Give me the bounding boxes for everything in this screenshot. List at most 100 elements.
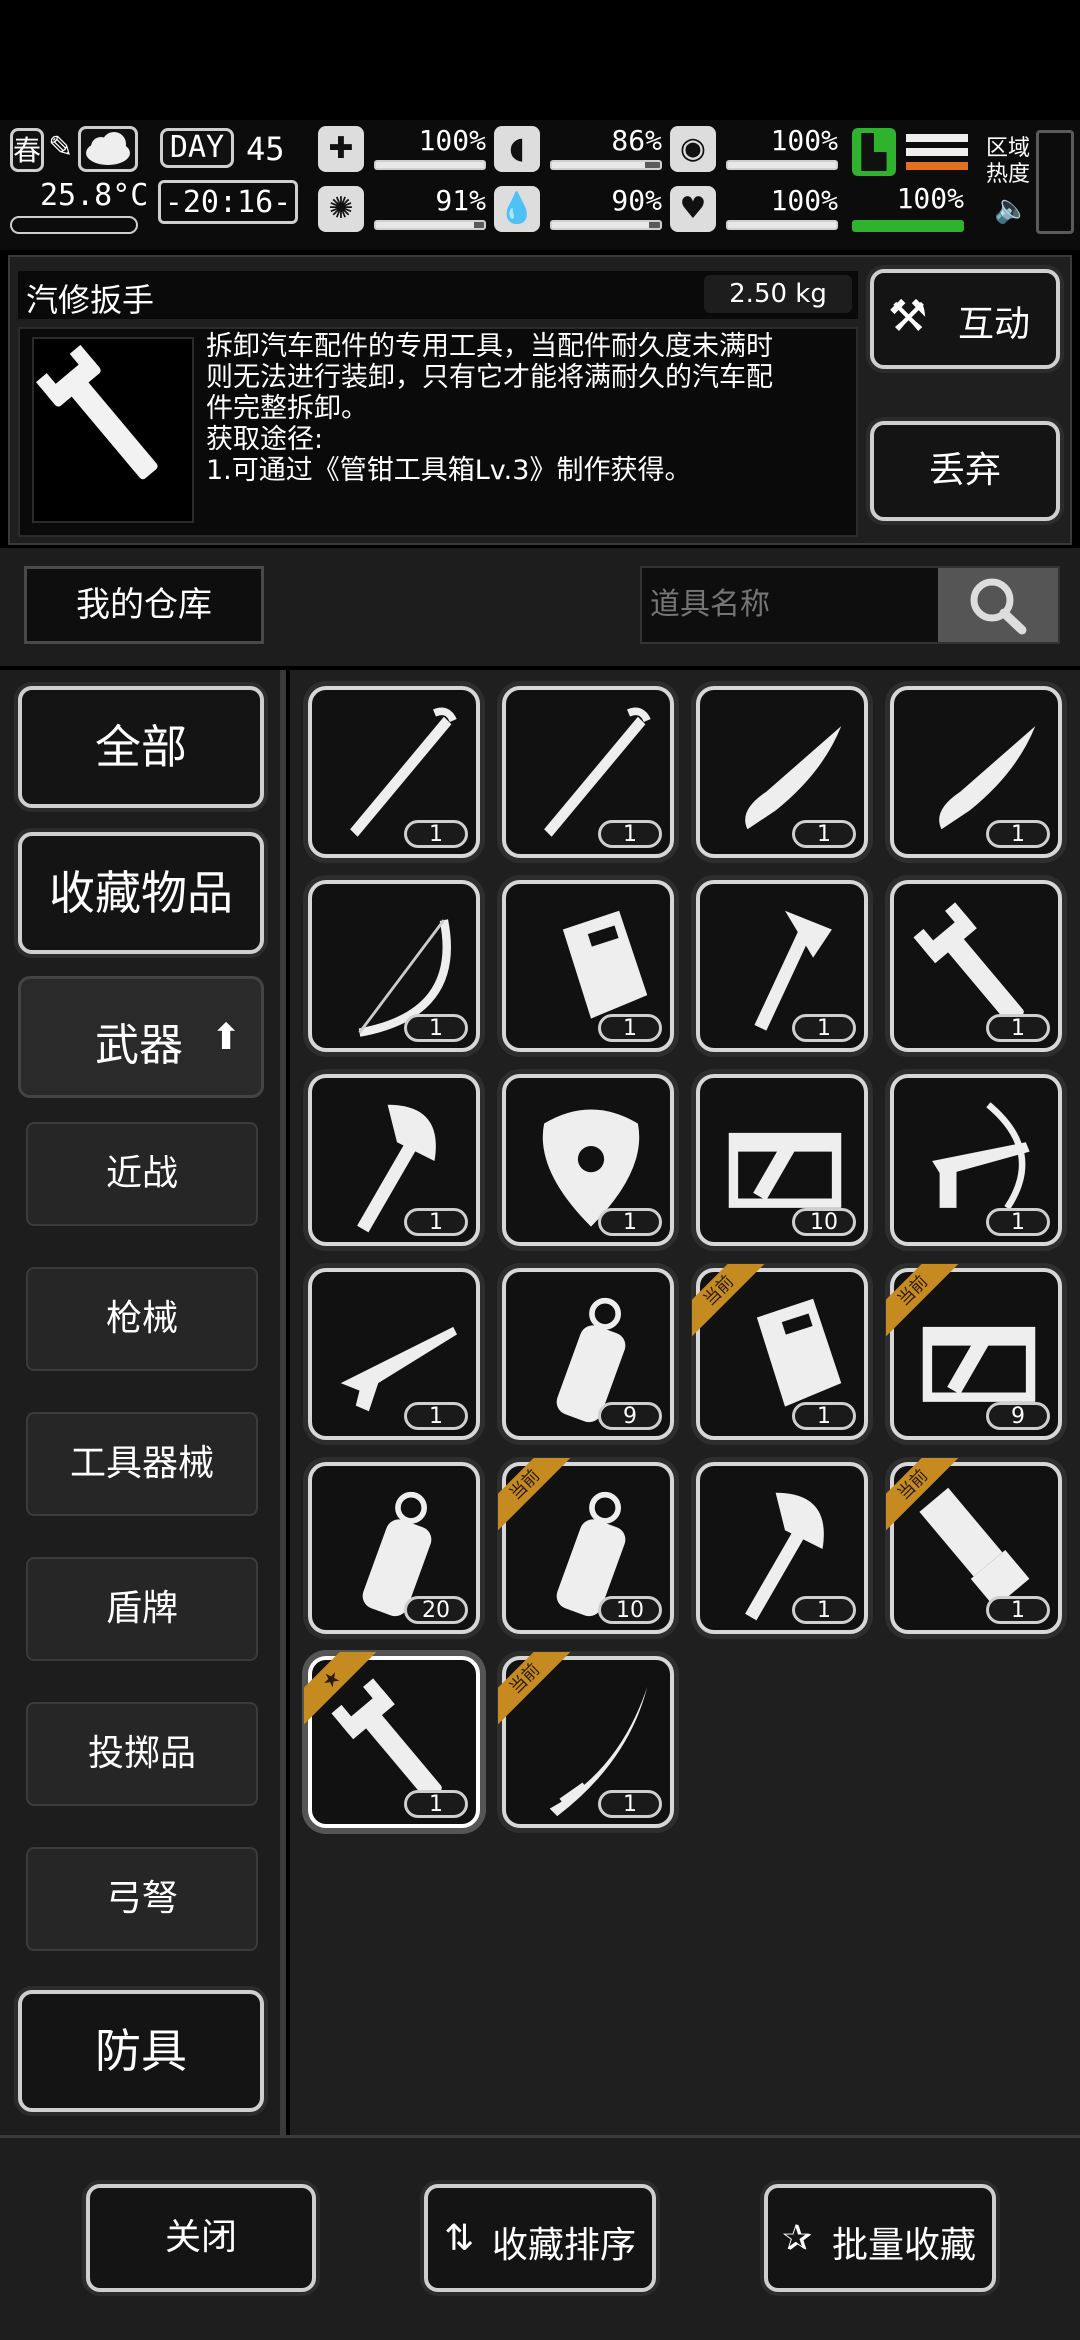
stat-bar: [726, 160, 838, 170]
water-drop-icon: 💧: [494, 186, 540, 232]
stat-value: 100%: [418, 124, 486, 157]
batch-favorite-button[interactable]: ✰ 批量收藏: [764, 2184, 996, 2292]
inventory-slot[interactable]: 1: [502, 880, 674, 1052]
category-weapons[interactable]: 武器 ⬆: [18, 976, 264, 1098]
category-all[interactable]: 全部: [18, 686, 264, 808]
search-bar: [640, 566, 1060, 644]
stat-bar: [550, 220, 662, 230]
inventory-slot[interactable]: 1 当前: [498, 1652, 674, 1828]
item-count: 1: [598, 820, 662, 848]
equipped-label: 当前: [692, 1264, 768, 1340]
inventory-slot[interactable]: 1: [502, 686, 674, 858]
search-input[interactable]: [642, 568, 942, 642]
item-count: 20: [404, 1596, 468, 1624]
inventory-slot[interactable]: 1: [890, 1074, 1062, 1246]
item-count: 1: [404, 1790, 468, 1818]
subcategory-item[interactable]: 枪械: [26, 1267, 258, 1371]
item-count: 9: [598, 1402, 662, 1430]
item-name-bar: 汽修扳手 2.50 kg: [18, 271, 858, 319]
inventory-slot[interactable]: 1: [696, 686, 868, 858]
item-count: 1: [986, 1596, 1050, 1624]
temperature-readout: 25.8°C: [40, 178, 149, 213]
inventory-slot[interactable]: 1 ★: [304, 1652, 480, 1828]
inventory-slot[interactable]: 1 当前: [692, 1264, 868, 1440]
stat-bar: [726, 220, 838, 230]
discard-button[interactable]: 丢弃: [870, 421, 1060, 521]
inventory-slot[interactable]: 9: [502, 1268, 674, 1440]
stat-value: 86%: [611, 124, 662, 157]
subcategory-item[interactable]: 工具器械: [26, 1412, 258, 1516]
status-bar: 春 ✎ 25.8°C DAY 45 -20:16- ▙ 100% 区域 热度 🔈…: [0, 120, 1080, 250]
equipped-label: 当前: [886, 1264, 962, 1340]
pill-icon: ◉: [670, 126, 716, 172]
zone-heat-label-line1: 区域: [986, 136, 1031, 161]
stomach-icon: ◖: [494, 126, 540, 172]
stamina-value: 100%: [896, 182, 964, 215]
item-count: 1: [598, 1014, 662, 1042]
item-count: 10: [598, 1596, 662, 1624]
favorite-star-ribbon: ★: [304, 1652, 384, 1732]
item-count: 1: [404, 1014, 468, 1042]
stat-value: 90%: [611, 184, 662, 217]
item-count: 1: [986, 1014, 1050, 1042]
inventory-slot[interactable]: 10: [696, 1074, 868, 1246]
equipped-ribbon: 当前: [692, 1264, 772, 1344]
sort-favorites-button[interactable]: ⇅ 收藏排序: [424, 2184, 656, 2292]
heat-bar-white-2: [906, 148, 968, 156]
inventory-slot[interactable]: 1: [308, 686, 480, 858]
subcategory-item[interactable]: 弓弩: [26, 1847, 258, 1951]
description-line: 拆卸汽车配件的专用工具，当配件耐久度未满时: [206, 331, 773, 362]
arrow-up-icon: ⬆: [211, 1017, 242, 1058]
inventory-slot[interactable]: 1: [696, 880, 868, 1052]
speaker-icon[interactable]: 🔈: [994, 192, 1029, 225]
leaf-icon: ✎: [48, 130, 74, 165]
equipped-label: 当前: [886, 1458, 962, 1534]
inventory-slot[interactable]: 1: [696, 1462, 868, 1634]
inventory-slot[interactable]: 1: [308, 880, 480, 1052]
day-number: 45: [246, 130, 285, 168]
item-detail-panel: 汽修扳手 2.50 kg 拆卸汽车配件的专用工具，当配件耐久度未满时 则无法进行…: [8, 255, 1072, 545]
day-label: DAY: [160, 128, 234, 168]
heart-icon: ♥: [670, 186, 716, 232]
interact-button[interactable]: ⚒ 互动: [870, 269, 1060, 369]
inventory-slot[interactable]: 9 当前: [886, 1264, 1062, 1440]
item-count: 1: [404, 1208, 468, 1236]
inventory-slot[interactable]: 1: [502, 1074, 674, 1246]
stamina-panel: ▙ 100%: [852, 128, 972, 232]
brain-icon: ✺: [318, 186, 364, 232]
subcategory-item[interactable]: 盾牌: [26, 1557, 258, 1661]
stat-bar: [550, 160, 662, 170]
search-button[interactable]: [938, 568, 1058, 642]
star-icon: ✰: [782, 2218, 813, 2259]
stat-value: 100%: [770, 124, 838, 157]
inventory-slot[interactable]: 1: [308, 1074, 480, 1246]
inventory-slot[interactable]: 10 当前: [498, 1458, 674, 1634]
inventory-slot[interactable]: 20: [308, 1462, 480, 1634]
stat-value: 91%: [435, 184, 486, 217]
item-count: 1: [792, 820, 856, 848]
item-count: 1: [792, 1596, 856, 1624]
inventory-slot[interactable]: 1: [308, 1268, 480, 1440]
medkit-icon: ✚: [318, 126, 364, 172]
description-line: 1.可通过《管钳工具箱Lv.3》制作获得。: [206, 455, 692, 486]
category-favorites[interactable]: 收藏物品: [18, 832, 264, 954]
item-count: 1: [598, 1208, 662, 1236]
item-count: 10: [792, 1208, 856, 1236]
warehouse-title[interactable]: 我的仓库: [24, 566, 264, 644]
inventory-slot[interactable]: 1 当前: [886, 1458, 1062, 1634]
item-name: 汽修扳手: [26, 281, 155, 319]
inventory-slot[interactable]: 1: [890, 880, 1062, 1052]
stat-bar: [374, 220, 486, 230]
category-armor[interactable]: 防具: [18, 1990, 264, 2112]
search-icon: [970, 578, 1027, 635]
subcategory-item[interactable]: 近战: [26, 1122, 258, 1226]
stamina-bar: [852, 220, 964, 232]
equipped-label: 当前: [498, 1458, 574, 1534]
subcategory-item[interactable]: 投掷品: [26, 1702, 258, 1806]
item-count: 9: [986, 1402, 1050, 1430]
inventory-slot[interactable]: 1: [890, 686, 1062, 858]
thermometer-icon: [10, 216, 138, 234]
close-button[interactable]: 关闭: [86, 2184, 316, 2292]
heat-gauge: [1036, 130, 1074, 234]
heat-bar-white: [906, 134, 968, 142]
